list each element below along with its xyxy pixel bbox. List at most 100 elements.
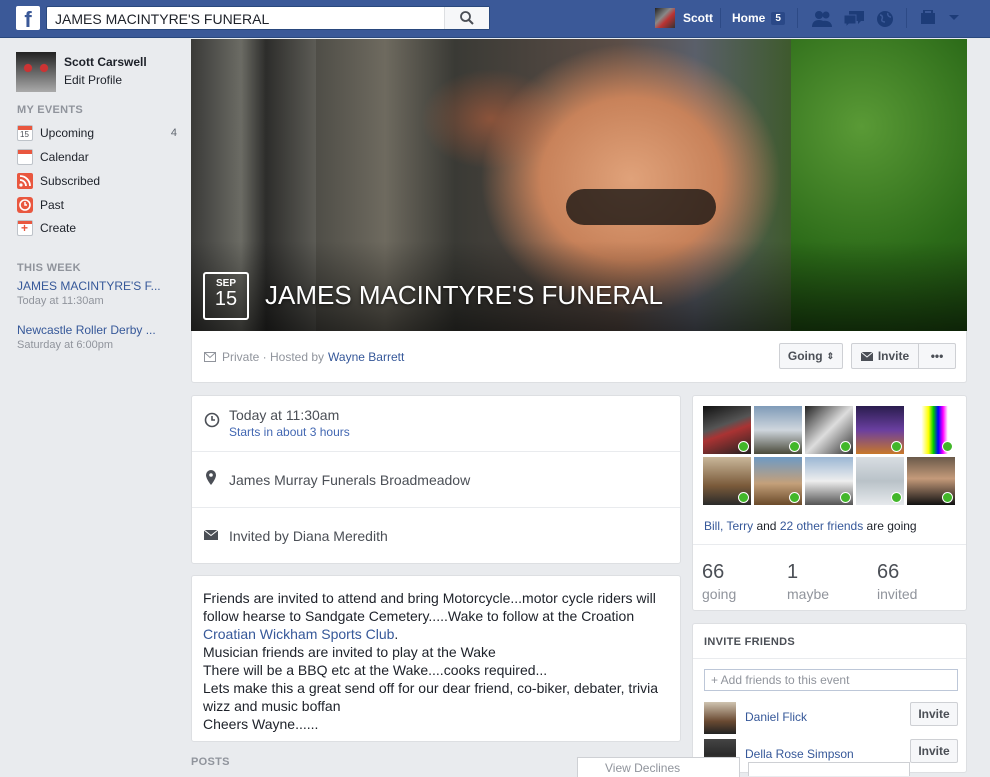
event-time: Today at 11:30am	[229, 407, 340, 423]
week-event-item[interactable]: JAMES MACINTYRE'S F... Today at 11:30am	[17, 279, 177, 307]
friend-requests-icon[interactable]	[811, 10, 833, 28]
home-label: Home	[732, 11, 766, 25]
view-declines-button[interactable]: View Declines	[577, 757, 740, 777]
home-count-badge: 5	[771, 11, 785, 25]
event-location[interactable]: James Murray Funerals Broadmeadow	[229, 472, 470, 488]
invited-label: invited	[877, 586, 918, 602]
going-check-icon	[738, 492, 749, 503]
notifications-globe-icon[interactable]	[875, 10, 895, 30]
secondary-button[interactable]	[748, 762, 910, 776]
plus-icon: +	[17, 220, 33, 236]
left-sidebar: Scott Carswell Edit Profile MY EVENTS 15…	[0, 38, 190, 768]
invite-friend-button[interactable]: Invite	[910, 739, 958, 763]
going-stat[interactable]: 66 going	[702, 561, 736, 602]
divider	[720, 8, 721, 28]
search-button[interactable]	[444, 7, 489, 29]
sidebar-item-subscribed[interactable]: Subscribed	[17, 171, 177, 191]
more-options-button[interactable]: •••	[918, 343, 956, 369]
week-event-time: Saturday at 6:00pm	[17, 339, 114, 351]
invited-by-text: Invited by Diana Meredith	[229, 528, 388, 544]
friend-photo[interactable]	[856, 406, 904, 454]
sidebar-item-calendar[interactable]: Calendar	[17, 147, 177, 167]
going-label: going	[702, 586, 737, 602]
going-check-icon	[891, 492, 902, 503]
maybe-label: maybe	[787, 586, 830, 602]
event-privacy: Private · Hosted by Wayne Barrett	[204, 350, 404, 364]
friend-photo[interactable]	[907, 457, 955, 505]
friend-name-link[interactable]: Daniel Flick	[745, 710, 807, 724]
description-text: .	[394, 626, 399, 642]
add-friends-input[interactable]	[704, 669, 958, 691]
friend-photo[interactable]	[703, 457, 751, 505]
profile-link[interactable]: Scott Carswell Edit Profile	[16, 52, 147, 92]
chevron-down-icon[interactable]	[948, 14, 960, 22]
envelope-icon	[860, 351, 873, 361]
my-events-heading: MY EVENTS	[17, 104, 84, 116]
event-description: Friends are invited to attend and bring …	[203, 589, 673, 733]
posts-heading: POSTS	[191, 756, 230, 768]
description-line: Croatian Wickham Sports Club.	[203, 625, 673, 643]
avatar	[16, 52, 56, 92]
sidebar-item-label: Past	[40, 198, 65, 212]
calendar-icon	[17, 149, 33, 165]
messages-icon[interactable]	[843, 10, 865, 28]
friend-photo[interactable]	[704, 702, 736, 734]
going-button[interactable]: Going ⇕	[779, 343, 843, 369]
sidebar-item-upcoming[interactable]: 15 Upcoming 4	[17, 123, 177, 143]
divider	[693, 658, 966, 659]
friend-photo[interactable]	[907, 406, 955, 454]
profile-name[interactable]: Scott Carswell	[64, 55, 147, 69]
edit-profile-link[interactable]: Edit Profile	[64, 73, 147, 87]
invite-button[interactable]: Invite	[851, 343, 919, 369]
search-icon	[460, 11, 474, 25]
clock-icon	[17, 197, 33, 213]
home-link[interactable]: Home 5	[732, 7, 785, 29]
friends-going-names-link[interactable]: Bill, Terry	[704, 519, 753, 533]
summary-text: are going	[863, 519, 917, 533]
top-user-name: Scott	[683, 11, 713, 25]
week-event-item[interactable]: Newcastle Roller Derby ... Saturday at 6…	[17, 323, 177, 351]
invited-stat[interactable]: 66 invited	[877, 561, 917, 602]
event-location-row: James Murray Funerals Broadmeadow	[192, 452, 680, 508]
going-count: 66	[702, 561, 725, 583]
sidebar-item-create[interactable]: + Create	[17, 218, 177, 238]
description-line: Friends are invited to attend and bring …	[203, 590, 656, 606]
rss-icon	[17, 173, 33, 189]
other-friends-link[interactable]: 22 other friends	[780, 519, 863, 533]
week-event-time: Today at 11:30am	[17, 295, 104, 307]
event-cover-photo: SEP 15 JAMES MACINTYRE'S FUNERAL	[191, 39, 967, 331]
description-line: wizz and music boffan	[203, 698, 341, 714]
friends-going-summary: Bill, Terry and 22 other friends are goi…	[704, 519, 917, 533]
going-check-icon	[942, 492, 953, 503]
maybe-count: 1	[787, 561, 799, 583]
friend-name-link[interactable]: Della Rose Simpson	[745, 747, 854, 761]
divider	[693, 544, 966, 545]
sidebar-item-past[interactable]: Past	[17, 195, 177, 215]
going-check-icon	[789, 441, 800, 452]
friend-photo[interactable]	[856, 457, 904, 505]
search-input[interactable]	[53, 9, 447, 29]
going-check-icon	[738, 441, 749, 452]
invite-friend-button[interactable]: Invite	[910, 702, 958, 726]
friend-photo[interactable]	[805, 457, 853, 505]
facebook-logo[interactable]: f	[16, 6, 40, 30]
description-line: Musician friends are invited to play at …	[203, 644, 496, 660]
going-check-icon	[891, 441, 902, 452]
friend-photo[interactable]	[754, 457, 802, 505]
search-box	[46, 6, 490, 30]
top-user-link[interactable]: Scott	[655, 7, 713, 29]
invite-friends-card: INVITE FRIENDS Daniel Flick Invite Della…	[692, 623, 967, 773]
week-event-title[interactable]: JAMES MACINTYRE'S F...	[17, 279, 177, 293]
invite-friend-row: Daniel Flick Invite	[704, 702, 958, 734]
maybe-stat[interactable]: 1 maybe	[787, 561, 829, 602]
week-event-title[interactable]: Newcastle Roller Derby ...	[17, 323, 177, 337]
this-week-heading: THIS WEEK	[17, 262, 81, 274]
privacy-shortcuts-icon[interactable]	[920, 10, 940, 26]
event-description-card: Friends are invited to attend and bring …	[191, 575, 681, 742]
guest-list-card: Bill, Terry and 22 other friends are goi…	[692, 395, 967, 611]
host-link[interactable]: Wayne Barrett	[328, 350, 404, 364]
friend-photo[interactable]	[754, 406, 802, 454]
sports-club-link[interactable]: Croatian Wickham Sports Club	[203, 626, 394, 642]
friend-photo[interactable]	[805, 406, 853, 454]
friend-photo[interactable]	[703, 406, 751, 454]
